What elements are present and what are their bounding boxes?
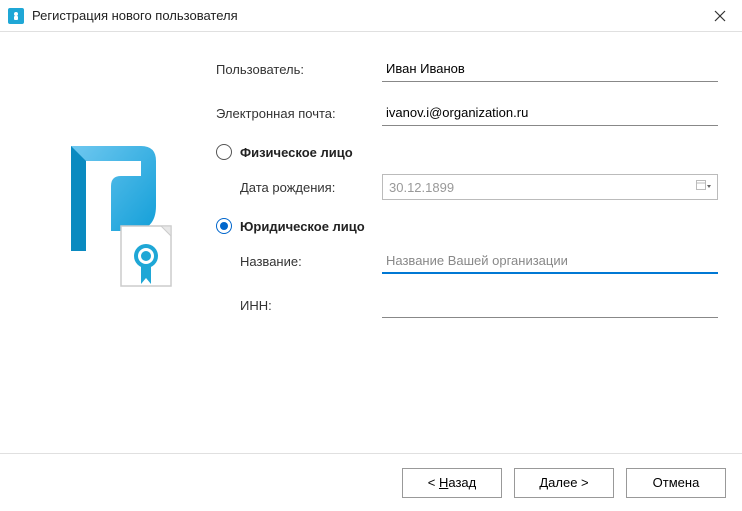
email-input[interactable] <box>382 100 718 126</box>
person-radio-label: Физическое лицо <box>240 145 353 160</box>
form: Пользователь: Электронная почта: Физичес… <box>216 56 726 430</box>
button-bar: < Назад Далее > Отмена <box>0 453 742 511</box>
email-label: Электронная почта: <box>216 106 382 121</box>
titlebar: Регистрация нового пользователя <box>0 0 742 32</box>
next-button[interactable]: Далее > <box>514 468 614 498</box>
user-input[interactable] <box>382 56 718 82</box>
content-area: Пользователь: Электронная почта: Физичес… <box>0 32 742 430</box>
birthdate-label: Дата рождения: <box>240 180 382 195</box>
close-button[interactable] <box>706 2 734 30</box>
email-row: Электронная почта: <box>216 100 718 126</box>
radio-icon <box>216 218 232 234</box>
user-row: Пользователь: <box>216 56 718 82</box>
user-label: Пользователь: <box>216 62 382 77</box>
org-input[interactable] <box>382 248 718 274</box>
birthdate-field[interactable]: 30.12.1899 <box>382 174 718 200</box>
window-title: Регистрация нового пользователя <box>32 8 706 23</box>
birthdate-value: 30.12.1899 <box>383 180 693 195</box>
legal-radio-label: Юридическое лицо <box>240 219 365 234</box>
back-button[interactable]: < Назад <box>402 468 502 498</box>
inn-label: ИНН: <box>240 298 382 313</box>
birthdate-row: Дата рождения: 30.12.1899 <box>216 174 718 200</box>
app-icon <box>8 8 24 24</box>
calendar-dropdown-icon <box>696 180 712 194</box>
sidebar <box>16 56 216 430</box>
person-radio[interactable]: Физическое лицо <box>216 144 718 160</box>
inn-row: ИНН: <box>216 292 718 318</box>
cancel-button[interactable]: Отмена <box>626 468 726 498</box>
org-label: Название: <box>240 254 382 269</box>
radio-icon <box>216 144 232 160</box>
inn-input[interactable] <box>382 292 718 318</box>
close-icon <box>714 10 726 22</box>
legal-radio[interactable]: Юридическое лицо <box>216 218 718 234</box>
wizard-logo <box>51 136 181 306</box>
org-row: Название: <box>216 248 718 274</box>
calendar-dropdown-button[interactable] <box>693 176 715 198</box>
